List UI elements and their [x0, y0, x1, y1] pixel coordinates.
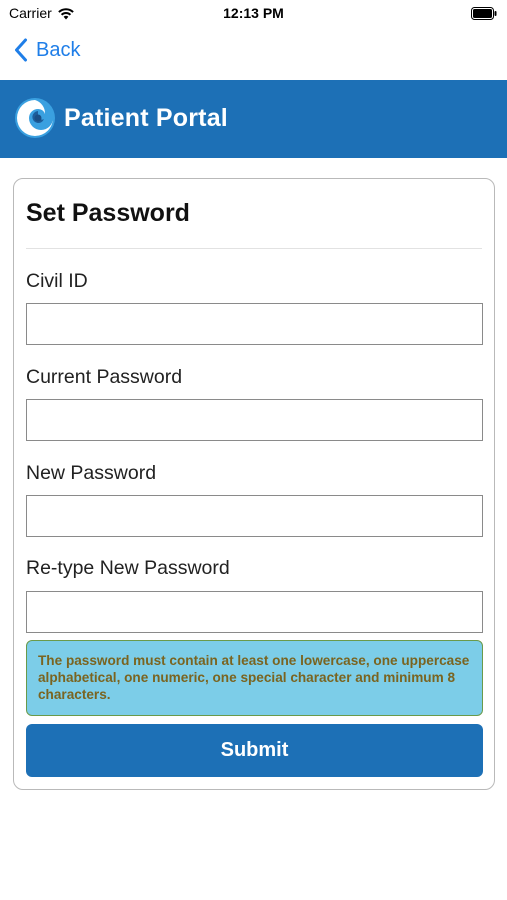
- submit-button[interactable]: Submit: [26, 724, 483, 777]
- form-title: Set Password: [26, 199, 190, 227]
- app-header: Patient Portal: [0, 80, 507, 158]
- civil-id-label: Civil ID: [26, 270, 88, 292]
- retype-password-input[interactable]: [26, 591, 483, 633]
- portal-logo-icon: [15, 98, 55, 138]
- back-button[interactable]: Back: [14, 38, 80, 62]
- password-requirements-hint: The password must contain at least one l…: [26, 640, 483, 716]
- back-label: Back: [36, 38, 81, 61]
- civil-id-input[interactable]: [26, 303, 483, 345]
- navigation-bar: Back: [0, 30, 507, 76]
- chevron-left-icon: [15, 38, 27, 62]
- new-password-input[interactable]: [26, 495, 483, 537]
- retype-password-label: Re-type New Password: [26, 557, 230, 579]
- status-bar: Carrier 12:13 PM: [0, 0, 507, 28]
- status-time: 12:13 PM: [223, 5, 284, 21]
- current-password-label: Current Password: [26, 366, 183, 388]
- app-title: Patient Portal: [64, 104, 228, 132]
- divider: [26, 248, 482, 249]
- set-password-card: Set Password Civil ID Current Password N…: [13, 178, 495, 790]
- battery-icon: [471, 7, 497, 20]
- new-password-label: New Password: [26, 462, 157, 484]
- current-password-input[interactable]: [26, 399, 483, 441]
